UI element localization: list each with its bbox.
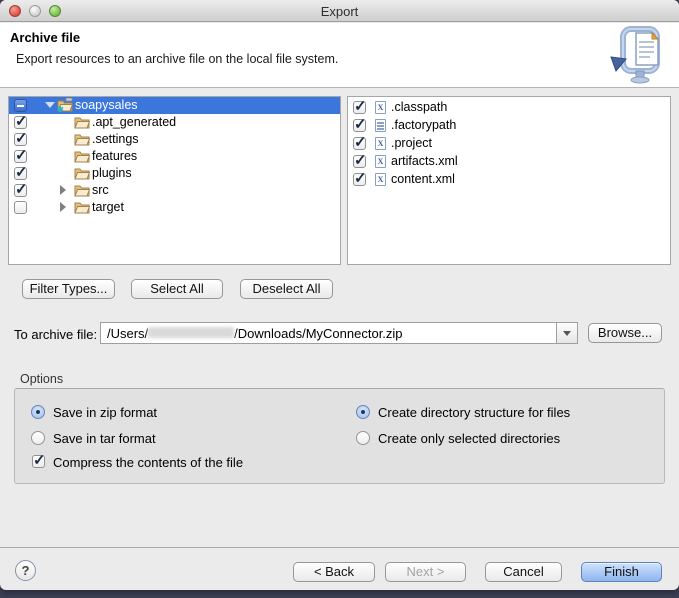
tree-item-label: features xyxy=(92,149,137,163)
tree-item-label: src xyxy=(92,183,109,197)
xml-file-icon: X xyxy=(375,155,386,168)
checkbox-checked[interactable] xyxy=(353,155,366,168)
checkbox-checked[interactable] xyxy=(14,133,27,146)
svg-text:✱: ✱ xyxy=(57,105,64,112)
xml-file-icon: X xyxy=(375,173,386,186)
checkbox-checked[interactable] xyxy=(353,173,366,186)
select-all-button[interactable]: Select All xyxy=(131,279,223,299)
tree-item-label: soapysales xyxy=(75,98,138,112)
checkbox-checked[interactable] xyxy=(353,101,366,114)
help-button[interactable]: ? xyxy=(15,560,36,581)
checkbox-checked[interactable] xyxy=(353,119,366,132)
resource-tree[interactable]: ✱ soapysales .apt_generated .settings xyxy=(8,96,341,265)
footer-separator xyxy=(0,547,679,548)
file-item[interactable]: .factorypath xyxy=(348,117,670,135)
file-item-label: .classpath xyxy=(391,100,447,114)
checkbox-unchecked[interactable] xyxy=(14,201,27,214)
tree-item[interactable]: ✱ soapysales xyxy=(9,97,340,114)
radio-selected[interactable] xyxy=(356,405,370,419)
checkbox-checked[interactable] xyxy=(14,184,27,197)
file-list[interactable]: X .classpath .factorypath X .project X a… xyxy=(347,96,671,265)
page-description: Export resources to an archive file on t… xyxy=(16,52,338,66)
tree-item[interactable]: .apt_generated xyxy=(9,114,340,131)
file-item[interactable]: X artifacts.xml xyxy=(348,153,670,171)
options-group: Save in zip format Save in tar format Co… xyxy=(14,388,665,484)
file-item-label: content.xml xyxy=(391,172,455,186)
export-archive-icon xyxy=(609,25,673,90)
file-item[interactable]: X .project xyxy=(348,135,670,153)
archive-path-combobox[interactable]: /Users//Downloads/MyConnector.zip xyxy=(100,322,578,344)
page-title: Archive file xyxy=(10,30,80,45)
chevron-right-icon[interactable] xyxy=(60,185,66,195)
tree-item[interactable]: features xyxy=(9,148,340,165)
tree-item-label: .settings xyxy=(92,132,139,146)
window-title: Export xyxy=(0,4,679,19)
redacted-username xyxy=(148,327,234,338)
checkbox-checked[interactable] xyxy=(14,150,27,163)
checkbox-checked[interactable] xyxy=(32,455,45,468)
checkbox-checked[interactable] xyxy=(353,137,366,150)
tree-item-label: target xyxy=(92,200,124,214)
folder-icon xyxy=(74,149,90,163)
radio-unselected[interactable] xyxy=(356,431,370,445)
tree-item-label: plugins xyxy=(92,166,132,180)
chevron-down-icon[interactable] xyxy=(45,102,55,108)
folder-icon xyxy=(74,200,90,214)
options-group-label: Options xyxy=(20,372,63,386)
combo-dropdown-icon[interactable] xyxy=(556,323,577,343)
deselect-all-button[interactable]: Deselect All xyxy=(240,279,333,299)
next-button: Next > xyxy=(385,562,466,582)
text-file-icon xyxy=(375,119,386,132)
wizard-header: Archive file Export resources to an arch… xyxy=(0,23,679,88)
file-item[interactable]: X content.xml xyxy=(348,171,670,189)
back-button[interactable]: < Back xyxy=(293,562,375,582)
radio-selected[interactable] xyxy=(31,405,45,419)
titlebar[interactable]: Export xyxy=(0,0,679,22)
folder-icon xyxy=(74,183,90,197)
file-item-label: .factorypath xyxy=(391,118,456,132)
radio-unselected[interactable] xyxy=(31,431,45,445)
archive-file-label: To archive file: xyxy=(14,327,97,342)
checkbox-checked[interactable] xyxy=(14,167,27,180)
checkbox-mixed[interactable] xyxy=(14,99,27,112)
tree-item[interactable]: target xyxy=(9,199,340,216)
chevron-right-icon[interactable] xyxy=(60,202,66,212)
folder-icon xyxy=(74,166,90,180)
archive-path-value: /Users//Downloads/MyConnector.zip xyxy=(107,326,403,341)
file-item-label: .project xyxy=(391,136,432,150)
tree-item[interactable]: src xyxy=(9,182,340,199)
file-item[interactable]: X .classpath xyxy=(348,99,670,117)
project-folder-icon: ✱ xyxy=(57,98,73,112)
tree-item[interactable]: .settings xyxy=(9,131,340,148)
browse-button[interactable]: Browse... xyxy=(588,323,662,343)
tree-item[interactable]: plugins xyxy=(9,165,340,182)
tree-item-label: .apt_generated xyxy=(92,115,176,129)
cancel-button[interactable]: Cancel xyxy=(485,562,562,582)
finish-button[interactable]: Finish xyxy=(581,562,662,582)
folder-icon xyxy=(74,132,90,146)
folder-icon xyxy=(74,115,90,129)
filter-types-button[interactable]: Filter Types... xyxy=(22,279,115,299)
export-dialog: Export Archive file Export resources to … xyxy=(0,0,679,590)
xml-file-icon: X xyxy=(375,137,386,150)
file-item-label: artifacts.xml xyxy=(391,154,458,168)
checkbox-checked[interactable] xyxy=(14,116,27,129)
xml-file-icon: X xyxy=(375,101,386,114)
